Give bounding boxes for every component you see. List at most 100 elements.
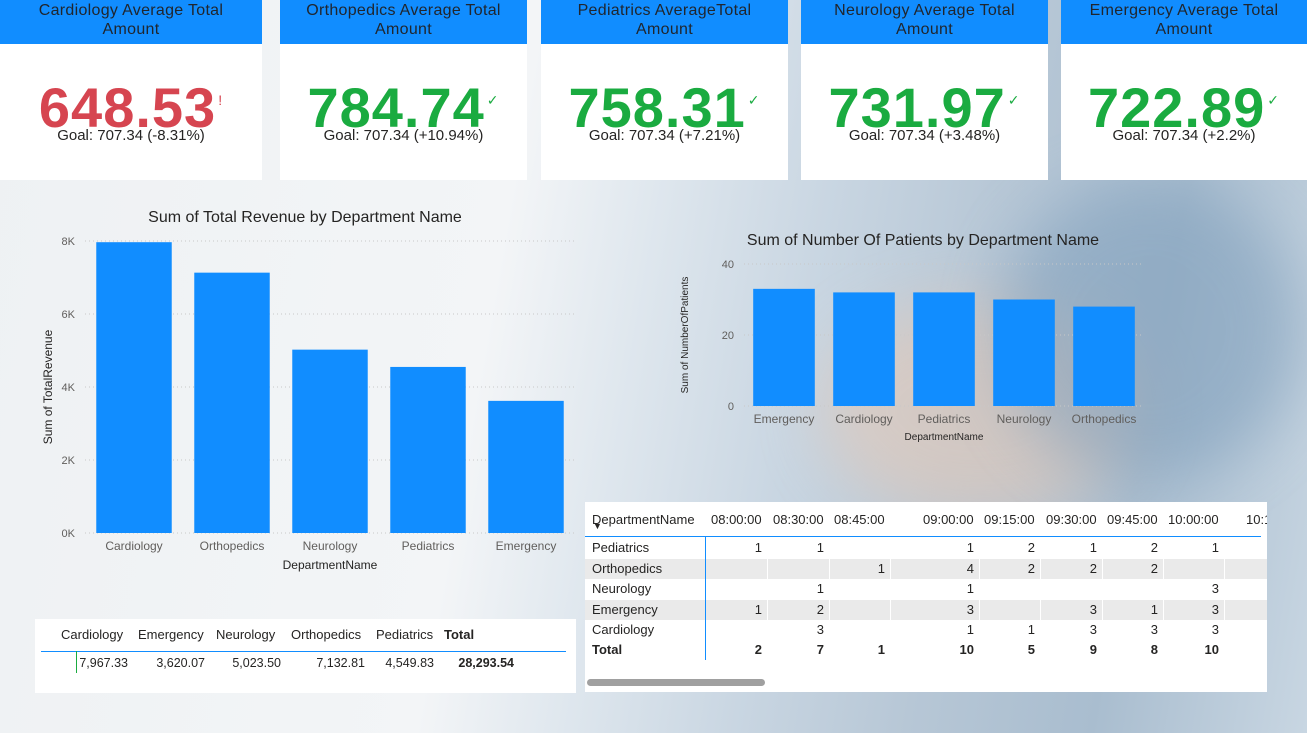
matrix-cell: 2 xyxy=(1027,540,1035,555)
matrix-row-label[interactable]: Cardiology xyxy=(592,622,654,637)
kpi-title-line2: Amount xyxy=(636,21,693,38)
matrix-row-label[interactable]: Pediatrics xyxy=(592,540,649,555)
kpi-card[interactable]: Pediatrics AverageTotal Amount 758.31 ✓ Goal… xyxy=(541,0,788,180)
matrix-column-header[interactable]: 08:45:00 xyxy=(834,512,885,527)
kpi-goal: Goal: 707.34 (+7.21%) xyxy=(588,127,741,144)
matrix-corner-label[interactable]: DepartmentName xyxy=(592,512,695,527)
x-tick-label: Orthopedics xyxy=(200,539,265,553)
matrix-column-header[interactable]: 09:45:00 xyxy=(1107,512,1158,527)
kpi-card[interactable]: Orthopedics Average Total Amount 784.74 ✓ Go… xyxy=(280,0,527,180)
x-tick-label: Neurology xyxy=(303,539,358,553)
matrix-cell: 2 xyxy=(1150,561,1158,576)
kpi-title: Cardiology Average Total Amount xyxy=(0,0,262,44)
row-header-divider xyxy=(705,536,706,660)
kpi-card[interactable]: Neurology Average Total Amount 731.97 ✓ Goal… xyxy=(801,0,1048,180)
table-header-total[interactable]: Total xyxy=(444,627,474,642)
y-tick-label: 0K xyxy=(62,528,76,540)
bar-orthopedics[interactable] xyxy=(194,272,270,533)
kpi-title-line2: Amount xyxy=(102,21,160,38)
matrix-column-header[interactable]: 09:15:00 xyxy=(984,512,1035,527)
table-header-pediatrics[interactable]: Pediatrics xyxy=(376,627,433,642)
matrix-cell: 2 xyxy=(816,602,824,617)
bar-cardiology[interactable] xyxy=(96,242,172,534)
bar-pediatrics[interactable] xyxy=(390,366,466,533)
bar-neurology[interactable] xyxy=(993,299,1055,407)
cell-divider xyxy=(1040,600,1041,620)
cell-divider xyxy=(1224,559,1225,579)
matrix-cell: 1 xyxy=(754,540,762,555)
x-tick-label: Cardiology xyxy=(835,412,892,426)
table-header-emergency[interactable]: Emergency xyxy=(138,627,204,642)
matrix-column-header[interactable]: 08:30:00 xyxy=(773,512,824,527)
y-tick-label: 40 xyxy=(722,259,734,271)
revenue-by-department-chart[interactable]: Sum of Total Revenue by Department Name 0… xyxy=(30,200,575,580)
x-tick-label: Pediatrics xyxy=(918,412,971,426)
matrix-cell: 1 xyxy=(966,540,974,555)
matrix-total-cell: 8 xyxy=(1150,642,1158,657)
cell-divider xyxy=(1163,559,1164,579)
y-tick-label: 8K xyxy=(62,236,76,248)
sort-descending-icon[interactable]: ▼ xyxy=(593,521,602,531)
cell-divider xyxy=(1163,600,1164,620)
check-icon: ✓ xyxy=(486,92,500,108)
kpi-title-line2: Amount xyxy=(896,21,953,38)
matrix-cell: 1 xyxy=(816,581,824,596)
matrix-column-header[interactable]: 08:00:00 xyxy=(711,512,762,527)
matrix-row-label[interactable]: Emergency xyxy=(592,602,658,617)
cell-divider xyxy=(767,600,768,620)
matrix-column-header[interactable]: 09:00:00 xyxy=(923,512,974,527)
kpi-card[interactable]: Emergency Average Total Amount 722.89 ✓ Goal… xyxy=(1061,0,1307,180)
bar-emergency[interactable] xyxy=(488,400,564,533)
matrix-column-header[interactable]: 10:00:00 xyxy=(1168,512,1219,527)
kpi-goal: Goal: 707.34 (+3.48%) xyxy=(848,127,1001,144)
matrix-row-label[interactable]: Orthopedics xyxy=(592,561,662,576)
table-header-neurology[interactable]: Neurology xyxy=(216,627,275,642)
cell-divider xyxy=(829,600,830,620)
matrix-cell: 3 xyxy=(816,622,824,637)
matrix-cell: 3 xyxy=(1211,602,1219,617)
x-tick-label: Pediatrics xyxy=(402,539,455,553)
kpi-card[interactable]: Cardiology Average Total Amount 648.53! Goa… xyxy=(0,0,262,180)
row-stripe xyxy=(585,600,1267,620)
kpi-title-line2: Amount xyxy=(375,21,432,38)
bar-neurology[interactable] xyxy=(292,349,368,533)
x-axis-title: DepartmentName xyxy=(283,558,378,572)
matrix-cell: 2 xyxy=(1089,561,1097,576)
table-header-cardiology[interactable]: Cardiology xyxy=(61,627,123,642)
kpi-title-line1: Emergency Average Total xyxy=(1089,2,1279,19)
table-cell-orthopedics: 7,132.81 xyxy=(316,656,365,670)
matrix-cell: 1 xyxy=(877,561,885,576)
chart-title: Sum of Number Of Patients by Department … xyxy=(747,232,1099,249)
matrix-cell: 3 xyxy=(1211,622,1219,637)
table-divider xyxy=(41,651,566,652)
bar-pediatrics[interactable] xyxy=(913,292,975,406)
matrix-cell: 3 xyxy=(966,602,974,617)
cell-divider xyxy=(890,600,891,620)
bar-orthopedics[interactable] xyxy=(1073,306,1135,406)
x-tick-label: Emergency xyxy=(754,412,815,426)
x-tick-label: Orthopedics xyxy=(1072,412,1137,426)
cell-divider xyxy=(829,559,830,579)
matrix-column-header[interactable]: 09:30:00 xyxy=(1046,512,1097,527)
cell-divider xyxy=(1224,600,1225,620)
matrix-total-cell: 5 xyxy=(1027,642,1035,657)
matrix-total-cell: 2 xyxy=(754,642,762,657)
table-header-orthopedics[interactable]: Orthopedics xyxy=(291,627,361,642)
row-stripe xyxy=(585,559,1267,579)
matrix-cell: 1 xyxy=(1150,602,1158,617)
cell-divider xyxy=(979,559,980,579)
appointments-matrix[interactable]: DepartmentName ▼ 08:00:00 08:30:00 08:45:00 0… xyxy=(585,502,1267,692)
matrix-column-header[interactable]: 10:15 xyxy=(1246,512,1267,527)
horizontal-scrollbar[interactable] xyxy=(587,679,765,686)
matrix-row-label[interactable]: Neurology xyxy=(592,581,651,596)
revenue-summary-table[interactable]: Cardiology Emergency Neurology Orthopedi… xyxy=(35,619,576,693)
bar-emergency[interactable] xyxy=(753,288,815,406)
bar-cardiology[interactable] xyxy=(833,292,895,406)
cell-divider xyxy=(979,600,980,620)
x-tick-label: Cardiology xyxy=(105,539,162,553)
matrix-total-cell: 10 xyxy=(959,642,974,657)
kpi-title-line1: Orthopedics Average Total xyxy=(306,2,501,19)
matrix-cell: 1 xyxy=(1027,622,1035,637)
matrix-cell: 1 xyxy=(754,602,762,617)
patients-by-department-chart[interactable]: Sum of Number Of Patients by Department … xyxy=(670,222,1150,447)
